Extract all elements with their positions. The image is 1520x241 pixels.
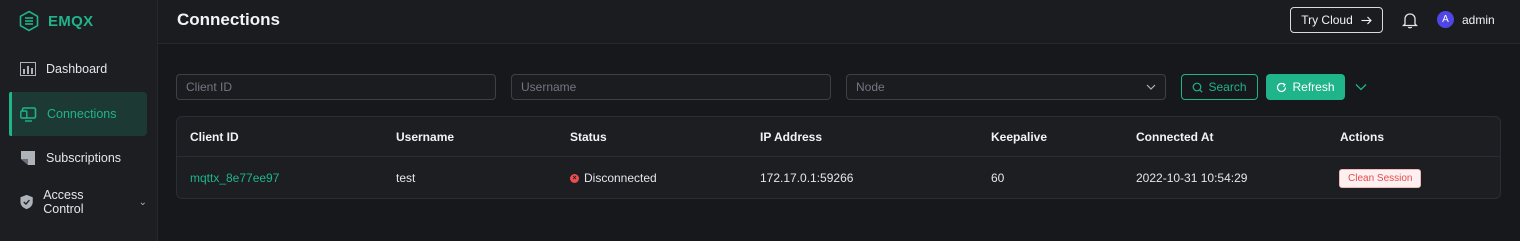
status-cell: × Disconnected: [570, 158, 657, 198]
sidebar: EMQX Dashboard Connections Subscriptions: [0, 0, 158, 241]
top-header: Connections Try Cloud A admin: [158, 0, 1520, 44]
subscriptions-icon: [21, 151, 35, 165]
status-text: Disconnected: [584, 171, 657, 185]
sidebar-item-label: Dashboard: [46, 62, 108, 76]
client-id-input[interactable]: [176, 74, 496, 100]
shield-icon: [20, 194, 33, 210]
dashboard-icon: [20, 62, 36, 76]
chevron-down-icon: ⌄: [138, 196, 147, 208]
ip-address-cell: 172.17.0.1:59266: [760, 171, 854, 185]
avatar[interactable]: A: [1437, 11, 1454, 28]
expand-filters-chevron-icon[interactable]: [1354, 81, 1368, 93]
disconnected-status-icon: ×: [570, 173, 579, 183]
column-header-status: Status: [570, 130, 607, 144]
table-row: mqttx_8e77ee97 test × Disconnected 172.1…: [177, 158, 1500, 198]
connections-icon: [20, 106, 37, 122]
username-input[interactable]: [511, 74, 831, 100]
refresh-button[interactable]: Refresh: [1266, 74, 1345, 100]
search-button[interactable]: Search: [1181, 74, 1258, 100]
clean-session-button[interactable]: Clean Session: [1339, 168, 1422, 188]
keepalive-cell: 60: [991, 171, 1005, 185]
table-header-row: Client ID Username Status IP Address Kee…: [177, 117, 1500, 157]
refresh-label: Refresh: [1292, 80, 1335, 94]
arrow-right-icon: [1361, 16, 1372, 24]
column-header-ip-address: IP Address: [760, 130, 823, 144]
sidebar-item-subscriptions[interactable]: Subscriptions: [9, 136, 147, 180]
sidebar-item-label: Connections: [47, 107, 117, 121]
sidebar-item-access-control[interactable]: Access Control ⌄: [9, 180, 147, 224]
node-select-placeholder: Node: [856, 80, 885, 94]
try-cloud-label: Try Cloud: [1301, 13, 1353, 27]
emqx-logo-icon: [19, 10, 39, 32]
page-title: Connections: [177, 10, 280, 29]
actions-cell: Clean Session: [1339, 158, 1422, 198]
column-header-keepalive: Keepalive: [991, 130, 1048, 144]
node-select[interactable]: Node: [846, 74, 1166, 100]
app-name: EMQX: [48, 12, 94, 30]
client-id-link[interactable]: mqttx_8e77ee97: [190, 171, 279, 185]
connected-at-cell: 2022-10-31 10:54:29: [1136, 171, 1248, 185]
sidebar-item-dashboard[interactable]: Dashboard: [9, 47, 147, 91]
column-header-client-id: Client ID: [190, 130, 239, 144]
chevron-down-icon: [1146, 84, 1156, 90]
column-header-connected-at: Connected At: [1136, 130, 1214, 144]
user-name[interactable]: admin: [1462, 13, 1495, 27]
column-header-actions: Actions: [1340, 130, 1385, 144]
search-icon: [1193, 82, 1204, 93]
sidebar-item-connections[interactable]: Connections: [9, 92, 147, 136]
connections-table: Client ID Username Status IP Address Kee…: [176, 116, 1501, 199]
try-cloud-button[interactable]: Try Cloud: [1290, 7, 1383, 33]
sidebar-item-label: Subscriptions: [46, 151, 122, 165]
logo[interactable]: EMQX: [18, 9, 93, 33]
username-cell: test: [396, 171, 416, 185]
bell-icon[interactable]: [1402, 11, 1418, 29]
search-label: Search: [1208, 80, 1247, 94]
refresh-icon: [1277, 82, 1287, 92]
sidebar-item-label: Access Control: [43, 188, 84, 216]
column-header-username: Username: [396, 130, 455, 144]
